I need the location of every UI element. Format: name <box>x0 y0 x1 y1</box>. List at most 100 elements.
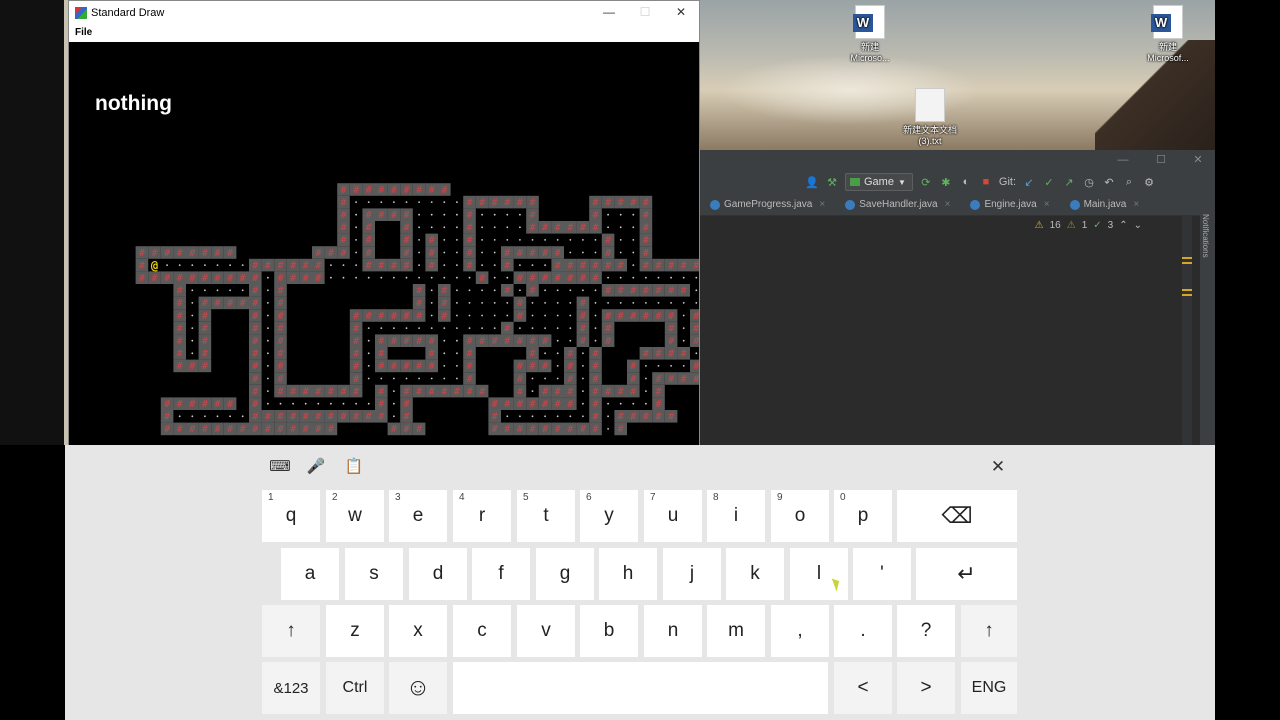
user-icon[interactable]: 👤 <box>805 175 819 189</box>
wall-glyph: # <box>441 286 447 297</box>
key-e[interactable]: 3e <box>389 490 447 542</box>
key-v[interactable]: v <box>517 605 575 657</box>
key-comma[interactable]: , <box>771 605 829 657</box>
wall-glyph: # <box>252 260 258 271</box>
key-k[interactable]: k <box>726 548 784 600</box>
key-m[interactable]: m <box>707 605 765 657</box>
key-f[interactable]: f <box>472 548 530 600</box>
word-doc-icon <box>1151 5 1183 39</box>
history-icon[interactable]: ◷ <box>1082 175 1096 189</box>
key-p[interactable]: 0p <box>834 490 892 542</box>
backspace-key[interactable]: ⌫ <box>897 490 1017 542</box>
tab-main[interactable]: Main.java × <box>1069 199 1139 210</box>
floor-tile <box>632 302 635 304</box>
emoji-key[interactable]: ☺ <box>389 662 447 714</box>
key-g[interactable]: g <box>536 548 594 600</box>
left-arrow-key[interactable]: < <box>834 662 892 714</box>
build-hammer-icon[interactable]: ⚒ <box>825 175 839 189</box>
desktop-icon-word-1[interactable]: 新建 Microso... <box>835 5 905 64</box>
key-c[interactable]: c <box>453 605 511 657</box>
git-update-icon[interactable]: ↙ <box>1022 175 1036 189</box>
tab-gameprogress[interactable]: GameProgress.java × <box>710 199 825 210</box>
stop-icon[interactable]: ■ <box>979 175 993 189</box>
coverage-icon[interactable]: ◐ <box>959 175 973 189</box>
close-tab-icon[interactable]: × <box>1044 199 1050 210</box>
wall-glyph: # <box>529 424 535 435</box>
minimize-button[interactable]: — <box>591 1 627 24</box>
maximize-button[interactable]: ☐ <box>627 1 663 24</box>
key-u[interactable]: 7u <box>644 490 702 542</box>
key-question[interactable]: ? <box>897 605 955 657</box>
language-key[interactable]: ENG <box>961 662 1017 714</box>
key-period[interactable]: . <box>834 605 892 657</box>
symbols-key[interactable]: &123 <box>262 662 320 714</box>
menu-file[interactable]: File <box>75 27 92 38</box>
error-stripe[interactable] <box>1182 216 1192 484</box>
search-icon[interactable]: ⌕ <box>1122 175 1136 189</box>
inspection-widget[interactable]: ⚠ 16 ⚠ 1 ✓ 3 ⌃ ⌄ <box>1035 220 1142 231</box>
close-keyboard-icon[interactable]: ✕ <box>987 457 1009 477</box>
wall-glyph: # <box>189 399 195 410</box>
key-a[interactable]: a <box>281 548 339 600</box>
key-y[interactable]: 6y <box>580 490 638 542</box>
chevron-up-icon[interactable]: ⌃ <box>1119 220 1127 231</box>
key-o[interactable]: 9o <box>771 490 829 542</box>
key-b[interactable]: b <box>580 605 638 657</box>
key-l[interactable]: l <box>790 548 848 600</box>
ide-close-button[interactable]: ✕ <box>1180 150 1216 170</box>
floor-tile <box>267 289 269 292</box>
wall-glyph: # <box>466 223 472 234</box>
key-j[interactable]: j <box>663 548 721 600</box>
wall-glyph: # <box>580 260 586 271</box>
code-editor[interactable]: ⚠ 16 ⚠ 1 ✓ 3 ⌃ ⌄ <box>700 216 1182 445</box>
close-button[interactable]: ✕ <box>663 1 699 24</box>
game-canvas[interactable]: nothing # # # # # # # # # # # # # # # # # # # # # # # # # # # # # # # #… <box>69 42 699 445</box>
key-t[interactable]: 5t <box>517 490 575 542</box>
desktop-icon-word-2[interactable]: 新建 Microsof... <box>1133 5 1203 64</box>
key-h[interactable]: h <box>599 548 657 600</box>
close-tab-icon[interactable]: × <box>945 199 951 210</box>
ctrl-key[interactable]: Ctrl <box>326 662 384 714</box>
floor-tile <box>418 201 420 204</box>
run-config-select[interactable]: Game ▼ <box>845 173 913 191</box>
git-push-icon[interactable]: ↗ <box>1062 175 1076 189</box>
space-key[interactable] <box>453 662 828 714</box>
rollback-icon[interactable]: ↶ <box>1102 175 1116 189</box>
debug-icon[interactable]: ✱ <box>939 175 953 189</box>
key-n[interactable]: n <box>644 605 702 657</box>
key-x[interactable]: x <box>389 605 447 657</box>
key-q[interactable]: 1q <box>262 490 320 542</box>
git-commit-icon[interactable]: ✓ <box>1042 175 1056 189</box>
key-z[interactable]: z <box>326 605 384 657</box>
ide-minimize-button[interactable]: — <box>1105 150 1141 170</box>
tab-savehandler[interactable]: SaveHandler.java × <box>845 199 950 210</box>
key-apostrophe[interactable]: ' <box>853 548 911 600</box>
microphone-icon[interactable]: 🎤 <box>305 457 327 477</box>
shift-key-left[interactable]: ↑ <box>262 605 320 657</box>
enter-key[interactable]: ↵ <box>916 548 1017 600</box>
floor-tile <box>493 239 496 241</box>
ide-maximize-button[interactable]: ☐ <box>1143 150 1179 170</box>
wall-glyph: # <box>479 336 485 347</box>
close-tab-icon[interactable]: × <box>1133 199 1139 210</box>
window-titlebar[interactable]: Standard Draw — ☐ ✕ <box>69 1 699 24</box>
keyboard-settings-icon[interactable]: ⌨ <box>269 457 291 477</box>
wall-glyph: # <box>340 223 346 234</box>
settings-gear-icon[interactable]: ⚙ <box>1142 175 1156 189</box>
close-tab-icon[interactable]: × <box>819 199 825 210</box>
notifications-tool-button[interactable]: Notifications <box>1201 214 1210 258</box>
key-i[interactable]: 8i <box>707 490 765 542</box>
key-r[interactable]: 4r <box>453 490 511 542</box>
key-d[interactable]: d <box>409 548 467 600</box>
shift-key-right[interactable]: ↑ <box>961 605 1017 657</box>
right-arrow-key[interactable]: > <box>897 662 955 714</box>
rerun-icon[interactable]: ⟳ <box>919 175 933 189</box>
clipboard-icon[interactable]: 📋 <box>343 457 365 477</box>
key-w[interactable]: 2w <box>326 490 384 542</box>
chevron-down-icon[interactable]: ⌄ <box>1134 220 1142 231</box>
ide-titlebar[interactable]: — ☐ ✕ <box>700 150 1215 170</box>
key-s[interactable]: s <box>345 548 403 600</box>
desktop-icon-txt[interactable]: 新建文本文档 (3).txt <box>895 88 965 147</box>
floor-tile <box>166 264 168 266</box>
tab-engine[interactable]: Engine.java × <box>970 199 1050 210</box>
